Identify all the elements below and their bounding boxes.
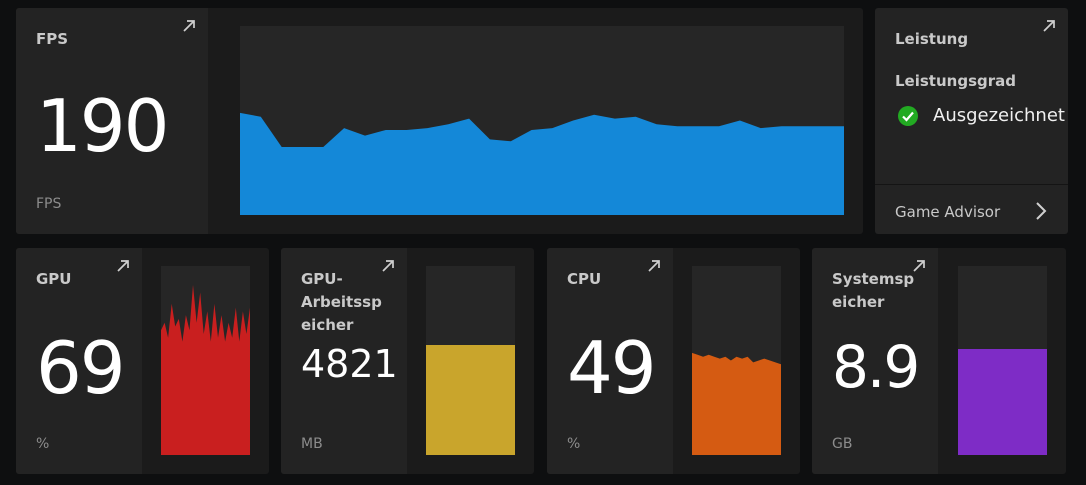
gpu-memory-graph <box>426 266 515 455</box>
system-memory-value: 8.9 <box>832 333 920 401</box>
fps-summary-panel: FPS 190 FPS <box>16 8 208 234</box>
gpu-memory-unit: MB <box>301 436 323 452</box>
game-advisor-button[interactable]: Game Advisor <box>875 185 1068 234</box>
fps-value: 190 <box>36 84 169 168</box>
system-memory-fill-bar <box>958 349 1047 455</box>
cpu-value: 49 <box>567 326 657 410</box>
gpu-title: GPU <box>36 270 72 288</box>
system-memory-summary-panel: Systemsp eicher 8.9 GB <box>812 248 938 474</box>
gpu-expand-icon[interactable] <box>116 259 130 273</box>
gpu-value: 69 <box>36 326 126 410</box>
fps-title: FPS <box>36 30 69 48</box>
performance-expand-icon[interactable] <box>1042 19 1056 33</box>
fps-series-area <box>240 112 844 215</box>
cpu-summary-panel: CPU 49 % <box>547 248 673 474</box>
gpu-series-area <box>161 284 250 455</box>
gpu-memory-summary-panel: GPU- Arbeitssp eicher 4821 MB <box>281 248 407 474</box>
performance-widget: Leistung Leistungsgrad Ausgezeichnet Gam… <box>875 8 1068 234</box>
system-memory-unit: GB <box>832 436 853 452</box>
cpu-graph <box>692 266 781 455</box>
cpu-title: CPU <box>567 270 602 288</box>
gpu-graph <box>161 266 250 455</box>
gpu-summary-panel: GPU 69 % <box>16 248 142 474</box>
performance-status-text: Ausgezeichnet <box>933 105 1065 126</box>
gpu-memory-widget: GPU- Arbeitssp eicher 4821 MB <box>281 248 534 474</box>
gpu-memory-value: 4821 <box>301 342 398 386</box>
fps-area-chart <box>240 112 844 215</box>
game-advisor-label: Game Advisor <box>895 203 1001 221</box>
fps-widget: FPS 190 FPS <box>16 8 863 234</box>
cpu-expand-icon[interactable] <box>647 259 661 273</box>
cpu-area-chart <box>692 352 781 455</box>
performance-status: Ausgezeichnet <box>897 104 1068 128</box>
system-memory-title: Systemsp eicher <box>832 270 915 311</box>
gpu-area-chart <box>161 284 250 455</box>
gpu-unit: % <box>36 436 50 452</box>
cpu-series-area <box>692 352 781 455</box>
fps-expand-icon[interactable] <box>182 19 196 33</box>
gpu-memory-expand-icon[interactable] <box>381 259 395 273</box>
chevron-right-icon <box>1035 201 1047 225</box>
cpu-widget: CPU 49 % <box>547 248 800 474</box>
performance-level-label: Leistungsgrad <box>895 72 1016 90</box>
gpu-memory-fill-bar <box>426 345 515 455</box>
gpu-widget: GPU 69 % <box>16 248 269 474</box>
check-circle-icon <box>897 105 919 131</box>
system-memory-widget: Systemsp eicher 8.9 GB <box>812 248 1066 474</box>
gpu-memory-title: GPU- Arbeitssp eicher <box>301 270 382 334</box>
cpu-unit: % <box>567 436 581 452</box>
system-memory-graph <box>958 266 1047 455</box>
fps-graph <box>240 26 844 215</box>
system-memory-expand-icon[interactable] <box>912 259 926 273</box>
performance-title: Leistung <box>895 30 969 48</box>
fps-unit: FPS <box>36 196 62 212</box>
